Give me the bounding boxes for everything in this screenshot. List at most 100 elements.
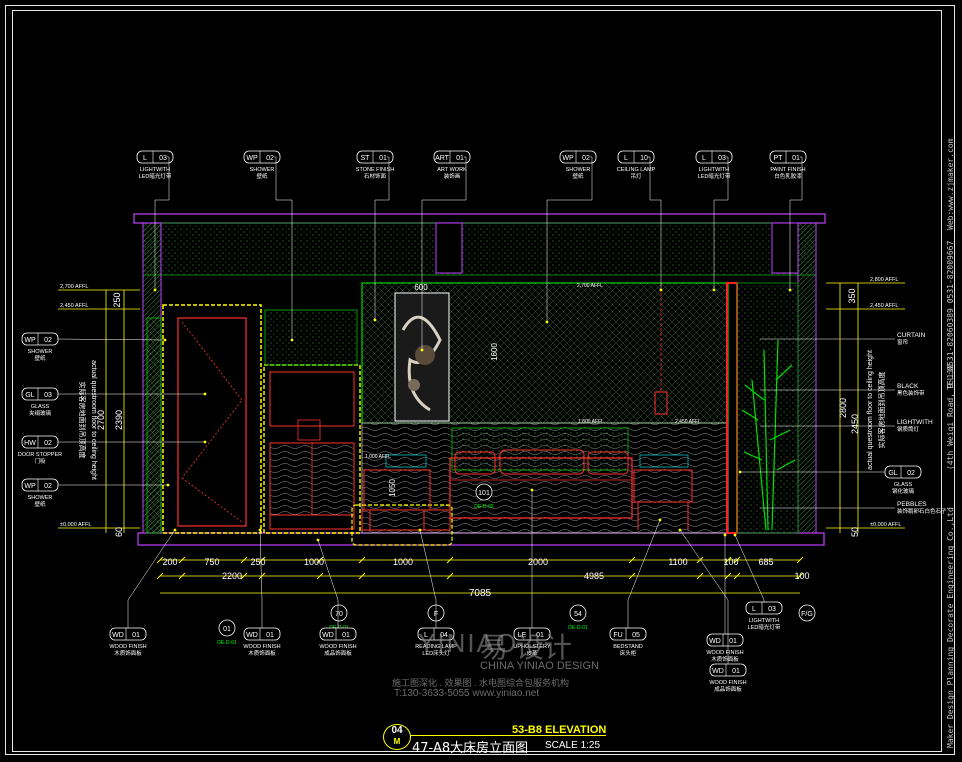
dimension-bottom-total: 2200 <box>222 571 242 581</box>
finish-tag-number: 01 <box>456 155 464 162</box>
dimension-bottom: 750 <box>204 557 219 567</box>
right-label-chinese: 黑色装饰带 <box>897 389 925 397</box>
finish-tag-leader <box>627 519 661 628</box>
finish-tag-chinese: 床头柜 <box>620 649 637 657</box>
finish-tag-leader-dot <box>659 288 663 292</box>
finish-tag-chinese: 钢化玻璃 <box>892 487 915 495</box>
drawing-title-scale: SCALE 1:25 <box>545 740 601 751</box>
finish-tag-chinese: LED暗光灯带 <box>748 623 781 631</box>
finish-tag-chinese: 门吸 <box>34 457 46 465</box>
finish-tag-chinese: 壁纸 <box>256 172 268 180</box>
finish-tag-english: ART WORK <box>437 167 467 173</box>
finish-tag-code: WP <box>24 483 36 490</box>
finish-tag-chinese: 成品饰面板 <box>714 685 742 693</box>
finish-tag-chinese: 木质饰面板 <box>248 649 276 657</box>
finish-tag-code: ST <box>361 155 371 162</box>
finish-tag-english: STONE FINISH <box>356 167 394 173</box>
dimension-inner: 1600 <box>490 343 499 361</box>
right-label-chinese: 窗帘 <box>897 338 909 346</box>
finish-tag-chinese: 木质饰面板 <box>711 655 739 663</box>
level-right: ±0,000 AFFL <box>870 522 901 528</box>
finish-tag-leader-dot <box>712 288 716 292</box>
right-label-chinese: 钢质筒灯 <box>897 425 920 433</box>
finish-tag-leader-dot <box>678 528 682 532</box>
finish-tag-code: HW <box>24 440 36 447</box>
finish-tag-number: 02 <box>44 337 52 344</box>
finish-tag-number: 01 <box>132 632 140 639</box>
finish-tag-leader-dot <box>290 338 294 342</box>
drawing-sheet: M <box>393 737 401 746</box>
finish-tag-number: 02 <box>582 155 590 162</box>
finish-tag-code: L <box>624 155 628 162</box>
drawing-title-underline <box>410 735 606 736</box>
section-ref-sheet: DE-D-02 <box>474 504 494 510</box>
finish-tag-code: WD <box>246 632 258 639</box>
dimension-bottom: 250 <box>250 557 265 567</box>
finish-tag-code: L <box>143 155 147 162</box>
finish-tag-leader-dot <box>420 348 424 352</box>
level-left: ±0,000 AFFL <box>60 522 91 528</box>
finish-tag-number: 10 <box>640 155 648 162</box>
dimension-bottom: 2000 <box>528 557 548 567</box>
finish-tag-chinese: 木质饰面板 <box>114 649 142 657</box>
finish-tag-leader-dot <box>203 392 207 396</box>
finish-tag-code: PT <box>774 155 784 162</box>
finish-tag: L 03 LIGHTWITHLED暗光灯带 <box>733 533 783 631</box>
finish-tag-chinese: 白色乳胶漆 <box>774 172 802 180</box>
level-inner: 1,800 AFFL <box>578 419 604 425</box>
finish-tag-code: GL <box>888 470 897 477</box>
dimension-bottom: 1000 <box>304 557 324 567</box>
title-block-web: Web:www.zjmaker.com <box>946 138 955 230</box>
level-inner: 1,000 AFFL <box>365 454 391 460</box>
level-right: 2,800 AFFL <box>870 277 898 283</box>
drawing-number: 04 <box>391 725 403 736</box>
finish-tag-english: WOOD FINISH <box>319 644 356 650</box>
finish-tag-leader-dot <box>166 483 170 487</box>
finish-tag-code: WD <box>712 668 724 675</box>
finish-tag-leader-dot <box>658 518 662 522</box>
section-ref-number: 01 <box>223 626 231 633</box>
finish-tag-leader-dot <box>738 470 742 474</box>
level-inner: 2,700 AFFL <box>577 283 603 289</box>
dimension-bottom: 200 <box>162 557 177 567</box>
finish-tag-english: SHOWER <box>28 495 53 501</box>
finish-tag-leader-dot <box>153 288 157 292</box>
right-label-english: LIGHTWITH <box>897 419 933 426</box>
dimension-right: 2450 <box>850 414 860 434</box>
dimension-right: 350 <box>847 288 857 303</box>
finish-tag-leader-dot <box>316 538 320 542</box>
finish-tag-english: BEDSTAND <box>613 644 643 650</box>
finish-tag-leader-dot <box>545 320 549 324</box>
watermark-english: CHINA YINIAO DESIGN <box>480 660 599 672</box>
finish-tag-number: 01 <box>379 155 387 162</box>
finish-tag-chinese: 装饰画 <box>444 172 461 180</box>
finish-tag-leader-dot <box>788 288 792 292</box>
finish-tag-number: 01 <box>342 632 350 639</box>
curtain-plant <box>726 282 799 534</box>
finish-tag-english: LIGHTWITH <box>699 167 729 173</box>
finish-tag-code: WP <box>562 155 574 162</box>
dimension-inner: 1050 <box>388 479 397 497</box>
dimension-left: 250 <box>112 292 122 307</box>
finish-tag-english: DOOR STOPPER <box>18 452 62 458</box>
ceiling-note-left: actual questroom floor to ceiling height <box>90 360 97 480</box>
finish-tag-code: L <box>702 155 706 162</box>
finish-tag-code: GL <box>25 392 34 399</box>
finish-tag-leader-dot <box>723 533 727 537</box>
ceiling-note-left-cn: 实际客房地面到吊顶高度 <box>78 382 87 459</box>
level-inner: 2,450 AFFL <box>675 419 701 425</box>
finish-tag-number: 02 <box>44 440 52 447</box>
finish-tag-code: WP <box>246 155 258 162</box>
dimension-bottom: 1000 <box>393 557 413 567</box>
finish-tag-number: 02 <box>266 155 274 162</box>
dimension-bottom: 100 <box>723 557 738 567</box>
finish-tag-code: WD <box>709 638 721 645</box>
finish-tag-code: WP <box>24 337 36 344</box>
level-left: 2,700 AFFL <box>60 284 88 290</box>
ceiling-note-right-cn: 实际客房地面到吊顶高度 <box>877 372 886 449</box>
finish-tag-number: 05 <box>632 632 640 639</box>
finish-tag-chinese: 夹绢玻璃 <box>29 409 52 417</box>
finish-tag: WD 01WOOD FINISH成品饰面板 <box>678 528 747 693</box>
finish-tag-code: WD <box>112 632 124 639</box>
finish-tag-english: WOOD FINISH <box>709 680 746 686</box>
